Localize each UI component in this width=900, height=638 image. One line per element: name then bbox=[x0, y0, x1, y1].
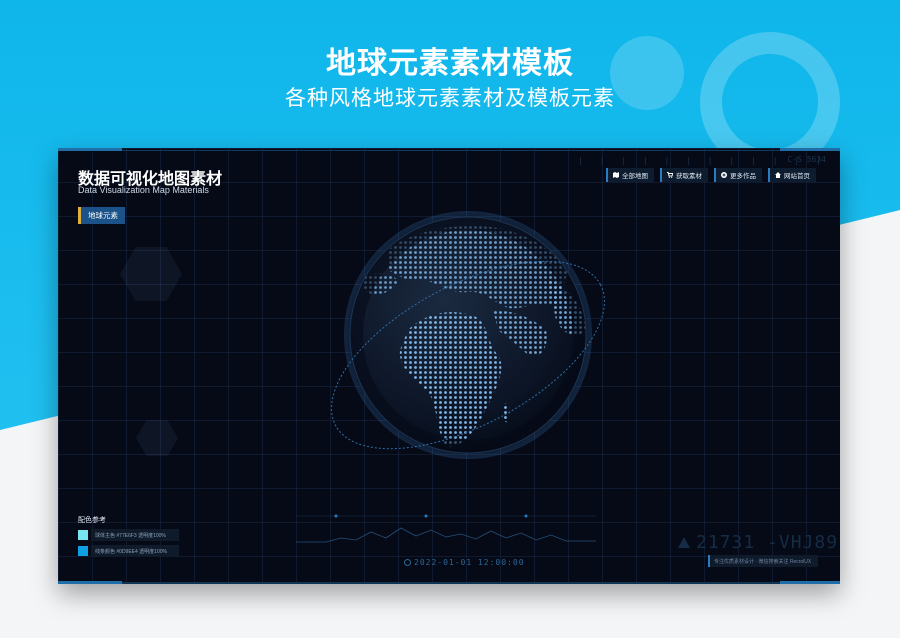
frame-corner bbox=[780, 148, 840, 151]
dashboard-subtitle: Data Visualization Map Materials bbox=[78, 185, 209, 195]
legend-label: 线条颜色 #0D9EE4 透明度100% bbox=[91, 545, 179, 557]
frame-line bbox=[58, 582, 840, 584]
category-tag[interactable]: 地球元素 bbox=[78, 207, 125, 224]
nav-get-materials[interactable]: 获取素材 bbox=[660, 168, 708, 182]
nav-label: 全部地图 bbox=[622, 173, 648, 180]
legend-item: 球体主色 #77E6F3 透明度100% bbox=[78, 529, 179, 541]
hero-subtitle: 各种风格地球元素素材及模板元素 bbox=[285, 87, 615, 110]
dashboard-preview: | | | | | | | | | | | | C-S 5634 数据可视化地图… bbox=[58, 148, 840, 584]
legend-label: 球体主色 #77E6F3 透明度100% bbox=[91, 529, 179, 541]
footer-note: 专注优质素材设计 · 微信搜索关注 RecrolUX bbox=[708, 555, 818, 567]
frame-corner bbox=[58, 581, 122, 584]
timestamp-text: 2022-01-01 12:00:00 bbox=[414, 558, 525, 567]
frame-corner bbox=[58, 148, 122, 151]
nav-all-maps[interactable]: 全部地图 bbox=[606, 168, 654, 182]
plus-circle-icon bbox=[721, 172, 727, 178]
code-readout: 21731 -VHJ89 bbox=[678, 532, 838, 553]
triangle-icon bbox=[678, 537, 690, 548]
top-nav: 全部地图 获取素材 更多作品 网站首页 bbox=[606, 168, 816, 182]
frame-line bbox=[122, 150, 780, 151]
color-legend-title: 配色参考 bbox=[78, 517, 106, 524]
home-icon bbox=[775, 172, 781, 178]
top-code: C-S 5634 bbox=[787, 155, 826, 164]
color-swatch bbox=[78, 530, 88, 540]
frame-corner bbox=[780, 581, 840, 584]
color-swatch bbox=[78, 546, 88, 556]
timestamp: 2022-01-01 12:00:00 bbox=[404, 558, 525, 567]
nav-label: 获取素材 bbox=[676, 173, 702, 180]
hero-title: 地球元素素材模板 bbox=[326, 47, 574, 80]
code-text: 21731 -VHJ89 bbox=[696, 532, 839, 553]
nav-label: 更多作品 bbox=[730, 173, 756, 180]
cart-icon bbox=[667, 172, 673, 178]
clock-icon bbox=[404, 559, 411, 566]
waveform-decoration bbox=[296, 514, 596, 543]
nav-more-works[interactable]: 更多作品 bbox=[714, 168, 762, 182]
nav-label: 网站首页 bbox=[784, 173, 810, 180]
nav-home[interactable]: 网站首页 bbox=[768, 168, 816, 182]
map-icon bbox=[613, 172, 619, 178]
globe-graphic bbox=[331, 211, 605, 459]
legend-item: 线条颜色 #0D9EE4 透明度100% bbox=[78, 545, 179, 557]
